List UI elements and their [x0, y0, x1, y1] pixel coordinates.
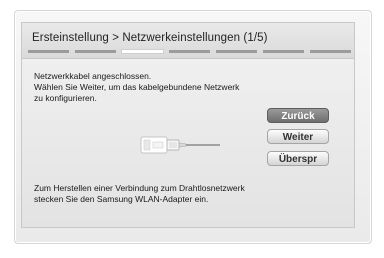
step-indicator-6 — [263, 50, 304, 53]
next-button[interactable]: Weiter — [267, 129, 329, 144]
page-title: Ersteinstellung > Netzwerkeinstellungen … — [32, 32, 268, 44]
step-indicator-5 — [216, 50, 257, 53]
wlan-hint-message: Zum Herstellen einer Verbindung zum Drah… — [34, 183, 324, 205]
wlan-line: stecken Sie den Samsung WLAN-Adapter ein… — [34, 194, 209, 204]
step-indicator-1 — [28, 50, 69, 53]
step-progress — [28, 50, 354, 53]
skip-button[interactable]: Überspr — [267, 151, 329, 166]
step-indicator-3 — [122, 50, 163, 53]
message-line: Wählen Sie Weiter, um das kabelgebundene… — [34, 82, 240, 92]
back-button[interactable]: Zurück — [267, 108, 329, 123]
ethernet-cable-icon — [140, 133, 222, 157]
wizard-header: Ersteinstellung > Netzwerkeinstellungen … — [21, 22, 355, 59]
step-indicator-7 — [310, 50, 351, 53]
cable-connected-message: Netzwerkkabel angeschlossen. Wählen Sie … — [34, 71, 274, 104]
step-indicator-4 — [169, 50, 210, 53]
wlan-line: Zum Herstellen einer Verbindung zum Drah… — [34, 183, 245, 193]
message-line: Netzwerkkabel angeschlossen. — [34, 71, 152, 81]
message-line: zu konfigurieren. — [34, 93, 97, 103]
step-indicator-2 — [75, 50, 116, 53]
